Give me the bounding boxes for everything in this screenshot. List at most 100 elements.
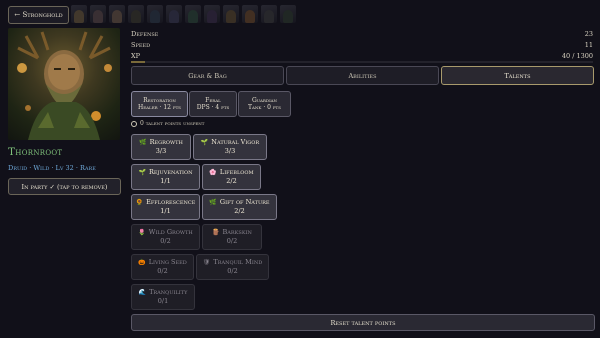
- talent-regrowth[interactable]: 🌿 Regrowth 3/3: [131, 134, 191, 160]
- hero-portrait-icon: [207, 10, 217, 23]
- roster-hero-11[interactable]: [261, 5, 277, 23]
- stat-value: 23: [584, 30, 593, 38]
- talent-rank: 3/3: [155, 147, 167, 156]
- talent-name: Efflorescence: [146, 198, 196, 207]
- spec-name: Feral: [205, 96, 221, 104]
- roster-hero-6[interactable]: [166, 5, 182, 23]
- roster-hero-3[interactable]: [109, 5, 125, 23]
- hero-portrait: [8, 28, 120, 140]
- roster-hero-1[interactable]: [71, 5, 87, 23]
- roster-hero-8[interactable]: [204, 5, 220, 23]
- talent-natural-vigor[interactable]: 🌱 Natural Vigor 3/3: [193, 134, 267, 160]
- stat-label: Defense: [131, 30, 159, 38]
- roster-hero-5[interactable]: [147, 5, 163, 23]
- back-to-stronghold-button[interactable]: ← Stronghold: [8, 6, 69, 24]
- talent-barkskin[interactable]: 🪵 Barkskin 0/2: [202, 224, 262, 250]
- talent-tranquility[interactable]: 🌊 Tranquility 0/1: [131, 284, 195, 310]
- hero-portrait-icon: [74, 10, 84, 23]
- talent-rank: 0/1: [157, 297, 169, 306]
- talent-rank: 1/1: [160, 207, 171, 216]
- unspent-points-text: 0 talent points unspent: [140, 120, 205, 127]
- hero-portrait-icon: [131, 10, 141, 23]
- talent-name: Lifebloom: [219, 168, 254, 177]
- hero-subtitle: Druid · Wild · Lv 32 · Rare: [8, 164, 96, 172]
- hero-name: Thornroot: [8, 146, 63, 158]
- bark-icon: 🪵: [212, 229, 220, 237]
- talent-name: Tranquility: [149, 288, 188, 297]
- talent-name: Natural Vigor: [211, 138, 260, 147]
- stat-xp: XP 40 / 1300: [131, 52, 593, 60]
- hero-portrait-icon: [150, 10, 160, 23]
- talent-tranquil-mind[interactable]: 🛡 Tranquil Mind 0/2: [196, 254, 269, 280]
- hero-portrait-icon: [264, 10, 274, 23]
- points-circle-icon: [131, 120, 137, 127]
- xp-progress-fill: [131, 61, 146, 63]
- talent-rank: 1/1: [160, 177, 171, 186]
- unspent-points-line: 0 talent points unspent: [131, 120, 204, 127]
- talent-wild-growth[interactable]: 🌷 Wild Growth 0/2: [131, 224, 200, 250]
- tab-gear-bag[interactable]: Gear & Bag: [131, 66, 284, 85]
- talent-rank: 2/2: [234, 207, 245, 216]
- spec-name: Restoration: [143, 96, 176, 104]
- talent-rank: 3/3: [224, 147, 236, 156]
- talent-rank: 0/2: [227, 267, 238, 276]
- stat-speed: Speed 11: [131, 41, 593, 49]
- stat-label: XP: [131, 52, 141, 60]
- hero-portrait-icon: [226, 10, 236, 23]
- talent-rejuvenation[interactable]: 🌱 Rejuvenation 1/1: [131, 164, 200, 190]
- seed-icon: 🎃: [138, 259, 146, 267]
- talent-rank: 2/2: [226, 177, 237, 186]
- stat-value: 40 / 1300: [561, 52, 593, 60]
- spec-guardian-button[interactable]: Guardian Tank · 0 pts: [238, 91, 291, 117]
- sunflower-icon: 🌻: [135, 199, 144, 207]
- talent-lifebloom[interactable]: 🌸 Lifebloom 2/2: [202, 164, 261, 190]
- talent-name: Tranquil Mind: [213, 258, 263, 267]
- roster-hero-4[interactable]: [128, 5, 144, 23]
- spec-restoration-button[interactable]: Restoration Healer · 12 pts: [131, 91, 188, 117]
- hero-portrait-icon: [283, 10, 293, 23]
- party-toggle-button[interactable]: In party ✓ (tap to remove): [8, 178, 121, 195]
- hero-portrait-icon: [93, 10, 103, 23]
- talent-name: Living Seed: [148, 258, 187, 267]
- spec-detail: DPS · 4 pts: [196, 104, 230, 111]
- stat-defense: Defense 23: [131, 30, 593, 38]
- stat-value: 11: [584, 41, 593, 49]
- talent-name: Regrowth: [149, 138, 183, 147]
- tulip-icon: 🌷: [138, 229, 146, 237]
- roster-hero-7[interactable]: [185, 5, 201, 23]
- tab-talents[interactable]: Talents: [441, 66, 594, 85]
- hero-portrait-icon: [188, 10, 198, 23]
- roster-hero-10[interactable]: [242, 5, 258, 23]
- leaf-icon: 🌿: [139, 139, 147, 147]
- spec-feral-button[interactable]: Feral DPS · 4 pts: [189, 91, 237, 117]
- leaf-icon: 🌿: [209, 199, 217, 207]
- tab-abilities[interactable]: Abilities: [286, 66, 439, 85]
- hero-portrait-icon: [169, 10, 179, 23]
- stat-label: Speed: [131, 41, 151, 49]
- blossom-icon: 🌸: [209, 169, 217, 177]
- talent-rank: 0/2: [160, 237, 171, 246]
- xp-progress-bar: [131, 61, 593, 63]
- roster-hero-12[interactable]: [280, 5, 296, 23]
- sprout-icon: 🌱: [138, 169, 146, 177]
- talent-rank: 0/2: [157, 267, 168, 276]
- roster-hero-2[interactable]: [90, 5, 106, 23]
- talent-living-seed[interactable]: 🎃 Living Seed 0/2: [131, 254, 194, 280]
- shield-icon: 🛡: [202, 259, 211, 267]
- reset-talents-button[interactable]: Reset talent points: [131, 314, 595, 331]
- hero-roster-strip: [71, 5, 296, 23]
- wave-icon: 🌊: [138, 289, 147, 297]
- talent-gift-of-nature[interactable]: 🌿 Gift of Nature 2/2: [202, 194, 277, 220]
- talent-name: Barkskin: [222, 228, 252, 237]
- spec-name: Guardian: [251, 96, 278, 104]
- spec-detail: Tank · 0 pts: [248, 104, 281, 111]
- talent-rank: 0/2: [226, 237, 238, 246]
- talent-name: Gift of Nature: [219, 198, 270, 207]
- talent-name: Rejuvenation: [148, 168, 193, 177]
- spec-detail: Healer · 12 pts: [138, 104, 181, 111]
- hero-portrait-icon: [112, 10, 122, 23]
- talent-name: Wild Growth: [148, 228, 193, 237]
- roster-hero-9[interactable]: [223, 5, 239, 23]
- hero-portrait-icon: [245, 10, 255, 23]
- talent-efflorescence[interactable]: 🌻 Efflorescence 1/1: [131, 194, 200, 220]
